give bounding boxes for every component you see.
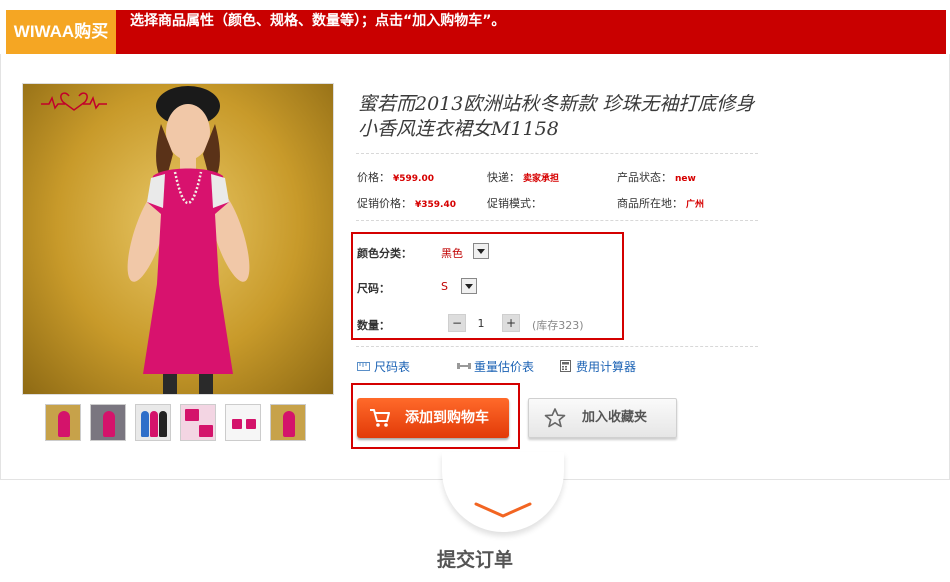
size-select-value[interactable]: S <box>441 280 448 293</box>
add-to-cart-label: 添加到购物车 <box>405 410 489 426</box>
product-main-image[interactable] <box>22 83 334 395</box>
thumbnail-1[interactable] <box>45 404 81 441</box>
quantity-input[interactable]: 1 <box>470 317 492 330</box>
price-value: ¥599.00 <box>393 174 434 184</box>
thumbnail-4[interactable] <box>180 404 216 441</box>
size-dropdown-button[interactable] <box>461 278 477 294</box>
banner-badge: WIWAA购买 <box>6 10 116 54</box>
weight-estimate-label: 重量估价表 <box>474 360 535 374</box>
color-select-value[interactable]: 黑色 <box>441 245 463 261</box>
shipping-label: 快递： <box>487 171 520 184</box>
location-attribute: 商品所在地： 广州 <box>617 195 704 211</box>
quantity-label: 数量： <box>357 319 390 332</box>
thumbnail-5[interactable] <box>225 404 261 441</box>
status-label: 产品状态： <box>617 171 672 184</box>
fee-calculator-link[interactable]: 费用计算器 <box>559 358 636 375</box>
weight-estimate-link[interactable]: 重量估价表 <box>457 358 534 375</box>
instruction-banner: WIWAA购买 选择商品属性（颜色、规格、数量等）；点击“加入购物车”。 <box>6 10 946 54</box>
thumbnail-2[interactable] <box>90 404 126 441</box>
thumbnail-3[interactable] <box>135 404 171 441</box>
status-attribute: 产品状态： new <box>617 169 696 185</box>
dumbbell-icon <box>457 363 471 369</box>
shipping-attribute: 快递： 卖家承担 <box>487 169 559 185</box>
step-label: 提交订单 <box>436 549 513 571</box>
color-label: 颜色分类： <box>357 247 412 260</box>
add-to-cart-button[interactable]: 添加到购物车 <box>357 398 509 438</box>
selection-divider <box>356 346 758 347</box>
promo-price-attribute: 促销价格： ¥359.40 <box>357 195 456 211</box>
fee-calculator-label: 费用计算器 <box>576 360 637 374</box>
model-figure <box>127 86 250 394</box>
size-chart-label: 尺码表 <box>374 360 411 374</box>
promo-price-label: 促销价格： <box>357 197 412 210</box>
size-label: 尺码： <box>357 282 390 295</box>
calculator-icon <box>560 360 571 372</box>
location-value: 广州 <box>686 200 705 210</box>
title-divider <box>356 153 758 154</box>
step-indicator <box>442 452 564 532</box>
add-to-favorites-button[interactable]: 加入收藏夹 <box>528 398 677 438</box>
location-label: 商品所在地： <box>617 197 683 210</box>
status-value: new <box>675 174 696 184</box>
quantity-decrease-button[interactable]: − <box>448 314 466 332</box>
chevron-down-icon <box>474 502 532 518</box>
promo-price-value: ¥359.40 <box>415 200 456 210</box>
size-chart-link[interactable]: 尺码表 <box>357 358 410 375</box>
color-dropdown-button[interactable] <box>473 243 489 259</box>
shopping-cart-icon <box>370 409 390 427</box>
product-title: 蜜若而2013欧洲站秋冬新款 珍珠无袖打底修身小香风连衣裙女M1158 <box>358 93 755 140</box>
shipping-value: 卖家承担 <box>523 174 560 184</box>
product-panel: 蜜若而2013欧洲站秋冬新款 珍珠无袖打底修身小香风连衣裙女M1158 价格： ¥… <box>0 54 950 480</box>
thumbnail-6[interactable] <box>270 404 306 441</box>
stock-count: (库存323) <box>532 319 584 332</box>
ruler-icon <box>357 362 370 371</box>
add-to-favorites-label: 加入收藏夹 <box>582 410 648 425</box>
attributes-divider <box>356 220 758 221</box>
promo-mode-attribute: 促销模式： <box>487 195 542 211</box>
price-attribute: 价格： ¥599.00 <box>357 169 434 185</box>
banner-instruction: 选择商品属性（颜色、规格、数量等）；点击“加入购物车”。 <box>130 13 506 29</box>
star-icon <box>544 408 566 428</box>
price-label: 价格： <box>357 171 390 184</box>
quantity-increase-button[interactable]: + <box>502 314 520 332</box>
promo-mode-label: 促销模式： <box>487 197 542 210</box>
